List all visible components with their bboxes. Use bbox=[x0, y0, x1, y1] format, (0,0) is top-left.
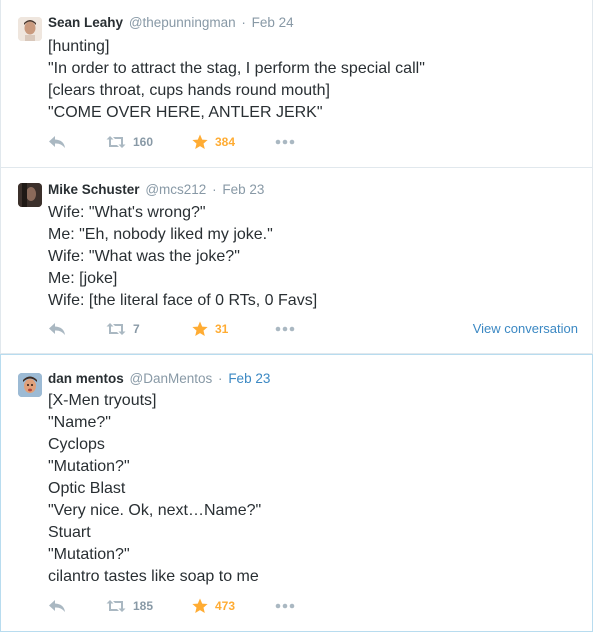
tweet-header: Mike Schuster @mcs212 · Feb 23 bbox=[48, 181, 582, 199]
favorite-button[interactable]: 31 bbox=[192, 319, 228, 339]
tweet-text-line: [X-Men tryouts] bbox=[48, 392, 157, 409]
reply-button[interactable] bbox=[48, 319, 66, 339]
tweet-header: Sean Leahy @thepunningman · Feb 24 bbox=[48, 14, 582, 32]
timestamp[interactable]: Feb 23 bbox=[228, 371, 270, 386]
star-icon bbox=[192, 134, 208, 150]
tweet-text-line: Me: [joke] bbox=[48, 270, 118, 287]
reply-icon bbox=[48, 322, 66, 336]
reply-button[interactable] bbox=[48, 596, 66, 616]
tweet-text-line: Stuart bbox=[48, 524, 91, 541]
tweet-text: [hunting] "In order to attract the stag,… bbox=[48, 36, 582, 124]
tweet-actions: 160 384 bbox=[48, 132, 578, 152]
favorite-count: 473 bbox=[215, 599, 236, 613]
star-icon bbox=[192, 598, 208, 614]
more-icon bbox=[275, 603, 295, 609]
favorite-count: 31 bbox=[215, 322, 229, 336]
tweet-text-line: Cyclops bbox=[48, 436, 105, 453]
tweet-text-line: Me: "Eh, nobody liked my joke." bbox=[48, 226, 273, 243]
star-icon bbox=[192, 321, 208, 337]
tweet-text-line: "Mutation?" bbox=[48, 458, 130, 475]
retweet-button[interactable]: 160 bbox=[106, 132, 153, 152]
retweet-icon bbox=[106, 322, 126, 336]
separator: · bbox=[241, 15, 246, 30]
tweet-text-line: "In order to attract the stag, I perform… bbox=[48, 60, 425, 77]
favorite-count: 384 bbox=[215, 135, 236, 149]
reply-icon bbox=[48, 599, 66, 613]
tweet-text-line: [hunting] bbox=[48, 38, 110, 55]
tweet-text-line: "Very nice. Ok, next…Name?" bbox=[48, 502, 262, 519]
retweet-button[interactable]: 7 bbox=[106, 319, 140, 339]
favorite-button[interactable]: 384 bbox=[192, 132, 235, 152]
tweet-text: [X-Men tryouts] "Name?" Cyclops "Mutatio… bbox=[48, 390, 582, 588]
more-button[interactable] bbox=[275, 132, 295, 152]
tweet[interactable]: Sean Leahy @thepunningman · Feb 24 [hunt… bbox=[0, 0, 593, 168]
tweet-text-line: "COME OVER HERE, ANTLER JERK" bbox=[48, 104, 323, 121]
tweet[interactable]: Mike Schuster @mcs212 · Feb 23 Wife: "Wh… bbox=[0, 168, 593, 354]
tweet-actions: 7 31 View conversation bbox=[48, 319, 578, 339]
reply-button[interactable] bbox=[48, 132, 66, 152]
favorite-button[interactable]: 473 bbox=[192, 596, 235, 616]
fullname[interactable]: Sean Leahy bbox=[48, 15, 123, 30]
avatar[interactable] bbox=[18, 17, 42, 41]
tweet-text-line: Wife: [the literal face of 0 RTs, 0 Favs… bbox=[48, 292, 318, 309]
fullname[interactable]: dan mentos bbox=[48, 371, 124, 386]
tweet-text-line: Wife: "What's wrong?" bbox=[48, 204, 206, 221]
username[interactable]: @DanMentos bbox=[130, 371, 213, 386]
retweet-count: 185 bbox=[133, 599, 154, 613]
timestamp[interactable]: Feb 24 bbox=[252, 15, 294, 30]
tweet-text-line: [clears throat, cups hands round mouth] bbox=[48, 82, 330, 99]
timestamp[interactable]: Feb 23 bbox=[222, 182, 264, 197]
separator: · bbox=[212, 182, 217, 197]
tweet-text-line: cilantro tastes like soap to me bbox=[48, 568, 259, 585]
view-conversation-link[interactable]: View conversation bbox=[473, 319, 578, 339]
tweet-header: dan mentos @DanMentos · Feb 23 bbox=[48, 370, 582, 388]
tweet-text-line: "Mutation?" bbox=[48, 546, 130, 563]
separator: · bbox=[218, 371, 223, 386]
more-button[interactable] bbox=[275, 319, 295, 339]
tweet-actions: 185 473 bbox=[48, 596, 578, 616]
more-button[interactable] bbox=[275, 596, 295, 616]
fullname[interactable]: Mike Schuster bbox=[48, 182, 140, 197]
tweet-text-line: "Name?" bbox=[48, 414, 111, 431]
timeline: Sean Leahy @thepunningman · Feb 24 [hunt… bbox=[0, 0, 593, 634]
tweet-text: Wife: "What's wrong?" Me: "Eh, nobody li… bbox=[48, 202, 582, 312]
tweet[interactable]: dan mentos @DanMentos · Feb 23 [X-Men tr… bbox=[0, 354, 593, 632]
reply-icon bbox=[48, 135, 66, 149]
username[interactable]: @mcs212 bbox=[145, 182, 206, 197]
retweet-icon bbox=[106, 599, 126, 613]
retweet-count: 160 bbox=[133, 135, 154, 149]
more-icon bbox=[275, 326, 295, 332]
retweet-icon bbox=[106, 135, 126, 149]
more-icon bbox=[275, 139, 295, 145]
retweet-button[interactable]: 185 bbox=[106, 596, 153, 616]
avatar[interactable] bbox=[18, 373, 42, 397]
tweet-text-line: Wife: "What was the joke?" bbox=[48, 248, 240, 265]
avatar[interactable] bbox=[18, 183, 42, 207]
retweet-count: 7 bbox=[133, 322, 140, 336]
username[interactable]: @thepunningman bbox=[129, 15, 236, 30]
tweet-text-line: Optic Blast bbox=[48, 480, 126, 497]
